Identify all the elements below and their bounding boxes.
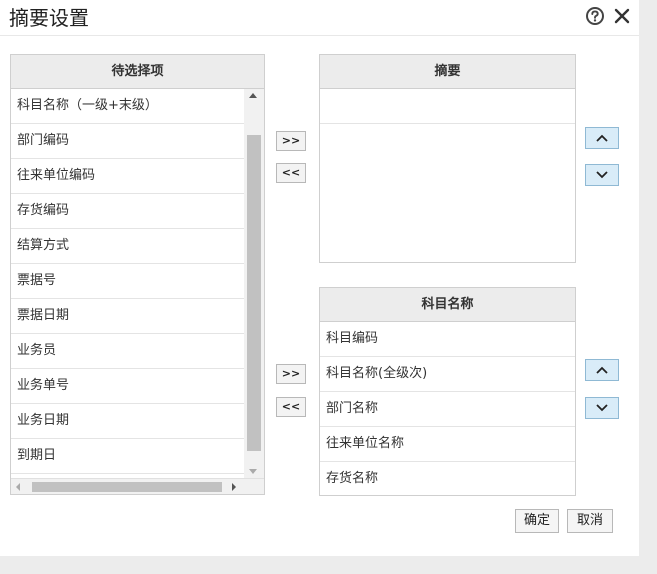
- ok-button[interactable]: 确定: [515, 509, 559, 533]
- available-item[interactable]: 业务日期: [11, 404, 244, 439]
- chevron-down-icon: [596, 404, 608, 412]
- chevron-down-icon: [596, 171, 608, 179]
- cancel-button[interactable]: 取消: [567, 509, 613, 533]
- chevron-up-icon: [596, 134, 608, 142]
- summary-list-row[interactable]: [320, 89, 575, 124]
- vertical-scroll-thumb[interactable]: [247, 135, 261, 451]
- summary-panel: 摘要: [319, 54, 576, 263]
- summary-move-down-button[interactable]: [585, 164, 619, 186]
- available-item[interactable]: 科目名称（一级+末级）: [11, 89, 244, 124]
- remove-from-summary-button[interactable]: <<: [276, 163, 306, 183]
- available-item[interactable]: 业务员: [11, 334, 244, 369]
- available-item[interactable]: 票据日期: [11, 299, 244, 334]
- available-item[interactable]: 部门编码: [11, 124, 244, 159]
- scroll-down-icon[interactable]: [249, 469, 257, 474]
- subject-name-header: 科目名称: [320, 288, 575, 322]
- available-item[interactable]: 存货编码: [11, 194, 244, 229]
- available-item[interactable]: 票据号: [11, 264, 244, 299]
- available-item[interactable]: 到期日: [11, 439, 244, 474]
- title-divider: [0, 35, 639, 36]
- summary-header: 摘要: [320, 55, 575, 89]
- dialog-title: 摘要设置: [9, 6, 89, 30]
- available-items-header: 待选择项: [11, 55, 264, 89]
- available-item[interactable]: 结算方式: [11, 229, 244, 264]
- vertical-scrollbar[interactable]: [244, 89, 264, 478]
- subject-name-item[interactable]: 存货名称: [320, 462, 575, 497]
- subject-name-move-down-button[interactable]: [585, 397, 619, 419]
- scroll-right-icon[interactable]: [232, 483, 236, 491]
- available-items-list[interactable]: 科目名称（一级+末级） 部门编码 往来单位编码 存货编码 结算方式 票据号 票据…: [11, 89, 244, 478]
- subject-name-item[interactable]: 往来单位名称: [320, 427, 575, 462]
- available-item[interactable]: 业务单号: [11, 369, 244, 404]
- summary-move-up-button[interactable]: [585, 127, 619, 149]
- add-to-summary-button[interactable]: >>: [276, 131, 306, 151]
- subject-name-item[interactable]: 科目名称(全级次): [320, 357, 575, 392]
- subject-name-panel: 科目名称 科目编码 科目名称(全级次) 部门名称 往来单位名称 存货名称: [319, 287, 576, 496]
- available-items-panel: 待选择项 科目名称（一级+末级） 部门编码 往来单位编码 存货编码 结算方式 票…: [10, 54, 265, 495]
- subject-name-item[interactable]: 科目编码: [320, 322, 575, 357]
- title-bar: 摘要设置: [0, 0, 639, 34]
- help-icon[interactable]: [585, 6, 605, 26]
- summary-settings-dialog: 摘要设置 待选择项 科目名称（一级+末级） 部门编码 往来单位编码 存货编码 结…: [0, 0, 639, 556]
- horizontal-scroll-thumb[interactable]: [32, 482, 222, 492]
- add-to-subject-name-button[interactable]: >>: [276, 364, 306, 384]
- available-item[interactable]: 往来单位编码: [11, 159, 244, 194]
- subject-name-item[interactable]: 部门名称: [320, 392, 575, 427]
- remove-from-subject-name-button[interactable]: <<: [276, 397, 306, 417]
- subject-name-move-up-button[interactable]: [585, 359, 619, 381]
- horizontal-scrollbar[interactable]: [11, 478, 264, 494]
- chevron-up-icon: [596, 366, 608, 374]
- scroll-left-icon[interactable]: [16, 483, 20, 491]
- scroll-up-icon[interactable]: [249, 93, 257, 98]
- close-icon[interactable]: [612, 6, 632, 26]
